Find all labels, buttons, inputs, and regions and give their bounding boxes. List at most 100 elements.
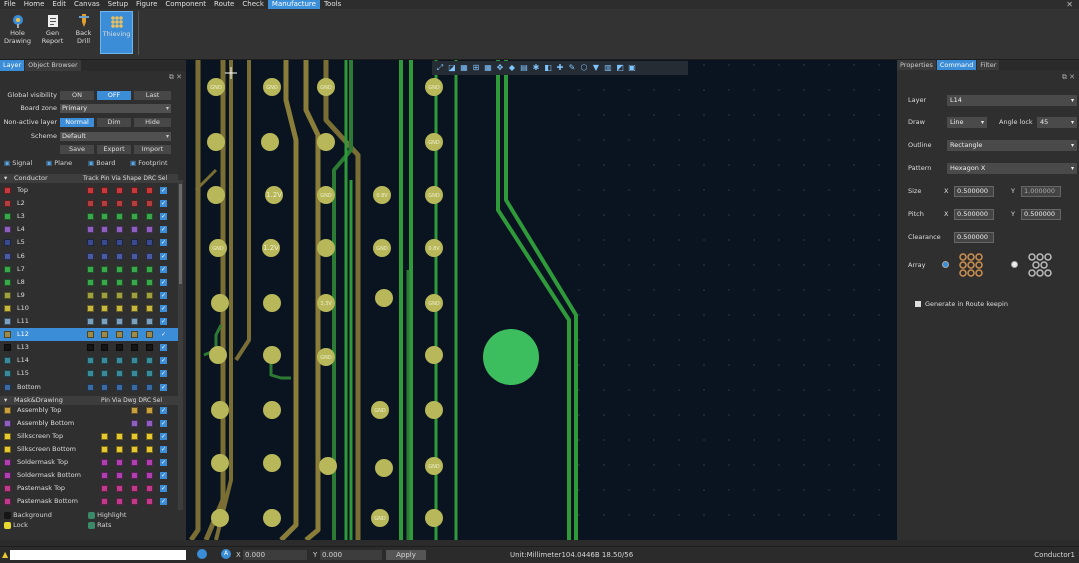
mask-visibility-toggle[interactable] (116, 446, 123, 453)
layer-visibility-toggle[interactable] (116, 252, 123, 260)
canvas-tool-icon[interactable]: ◆ (507, 63, 517, 73)
layer-color-swatch[interactable] (4, 226, 11, 234)
generate-checkbox[interactable] (915, 301, 921, 307)
layer-visibility-toggle[interactable] (87, 200, 94, 208)
mask-visibility-toggle[interactable] (116, 498, 123, 505)
mask-visibility-toggle[interactable] (131, 498, 138, 505)
mask-visibility-toggle[interactable] (101, 446, 108, 453)
canvas-tool-icon[interactable]: ▣ (627, 63, 637, 73)
layer-select-checkbox[interactable]: ✓ (160, 304, 167, 312)
menu-item-route[interactable]: Route (210, 0, 238, 9)
layer-visibility-toggle[interactable] (131, 278, 138, 286)
canvas-tool-icon[interactable]: ▤ (519, 63, 529, 73)
mask-select-checkbox[interactable]: ✓ (160, 459, 167, 466)
mask-row[interactable]: Silkscreen Bottom ✓ (0, 443, 178, 456)
layer-visibility-toggle[interactable] (87, 357, 94, 365)
layer-visibility-toggle[interactable] (131, 265, 138, 273)
layer-select-checkbox[interactable]: ✓ (160, 187, 167, 194)
tab-properties[interactable]: Properties (897, 60, 936, 70)
filter-signal[interactable]: ▣ Signal (4, 159, 32, 167)
layer-visibility-toggle[interactable] (87, 318, 94, 325)
layer-visibility-toggle[interactable] (101, 331, 108, 339)
layer-visibility-toggle[interactable] (131, 239, 138, 247)
layer-row-top[interactable]: Top ✓ (0, 184, 178, 197)
layer-row-bottom[interactable]: Bottom ✓ (0, 381, 178, 394)
layer-visibility-toggle[interactable] (101, 357, 108, 365)
layer-visibility-toggle[interactable] (101, 252, 108, 260)
layer-visibility-toggle[interactable] (101, 187, 108, 194)
mask-color-swatch[interactable] (4, 472, 11, 479)
layer-row-l5[interactable]: L5 ✓ (0, 236, 178, 249)
layer-visibility-toggle[interactable] (131, 291, 138, 299)
menu-item-file[interactable]: File (0, 0, 20, 9)
layer-select-checkbox[interactable]: ✓ (160, 265, 167, 273)
layer-visibility-toggle[interactable] (146, 252, 153, 260)
layer-row-l4[interactable]: L4 ✓ (0, 223, 178, 236)
layer-select-checkbox[interactable]: ✓ (160, 213, 167, 221)
layer-visibility-toggle[interactable] (116, 187, 123, 194)
layer-row-l10[interactable]: L10 ✓ (0, 302, 178, 315)
visibility-off-button[interactable]: OFF (97, 91, 131, 100)
layer-visibility-toggle[interactable] (116, 304, 123, 312)
layer-select-checkbox[interactable]: ✓ (160, 383, 167, 391)
layer-visibility-toggle[interactable] (146, 213, 153, 221)
mask-visibility-toggle[interactable] (146, 485, 153, 492)
layer-visibility-toggle[interactable] (146, 357, 153, 365)
menu-item-check[interactable]: Check (238, 0, 268, 9)
mask-select-checkbox[interactable]: ✓ (160, 498, 167, 505)
canvas-tool-icon[interactable]: ▥ (603, 63, 613, 73)
mask-color-swatch[interactable] (4, 420, 11, 427)
legend-item[interactable]: Rats (88, 521, 111, 529)
layer-visibility-toggle[interactable] (87, 383, 94, 391)
mask-visibility-toggle[interactable] (131, 459, 138, 466)
canvas-tool-icon[interactable]: ◧ (543, 63, 553, 73)
layer-visibility-toggle[interactable] (146, 370, 153, 378)
layer-color-swatch[interactable] (4, 344, 11, 352)
layer-visibility-toggle[interactable] (131, 304, 138, 312)
layer-visibility-toggle[interactable] (131, 331, 138, 339)
mask-row[interactable]: Pastemask Bottom ✓ (0, 495, 178, 508)
mask-visibility-toggle[interactable] (146, 446, 153, 453)
legend-item[interactable]: Highlight (88, 511, 126, 519)
layer-visibility-toggle[interactable] (87, 252, 94, 260)
layer-select-checkbox[interactable]: ✓ (160, 200, 167, 208)
filter-board[interactable]: ▣ Board (88, 159, 115, 167)
menu-item-setup[interactable]: Setup (104, 0, 132, 9)
canvas-tool-icon[interactable]: ✱ (531, 63, 541, 73)
visibility-on-button[interactable]: ON (60, 91, 94, 100)
mask-visibility-toggle[interactable] (131, 407, 138, 414)
layer-visibility-toggle[interactable] (87, 331, 94, 339)
mask-visibility-toggle[interactable] (116, 485, 123, 492)
layer-scrollbar[interactable] (178, 180, 183, 510)
layer-color-swatch[interactable] (4, 252, 11, 260)
menu-item-edit[interactable]: Edit (48, 0, 70, 9)
layer-color-swatch[interactable] (4, 213, 11, 221)
layer-visibility-toggle[interactable] (131, 318, 138, 325)
layer-color-swatch[interactable] (4, 370, 11, 378)
layer-visibility-toggle[interactable] (101, 318, 108, 325)
layer-select-checkbox[interactable]: ✓ (160, 357, 167, 365)
mask-visibility-toggle[interactable] (131, 485, 138, 492)
layer-row-l3[interactable]: L3 ✓ (0, 210, 178, 223)
layer-row-l14[interactable]: L14 ✓ (0, 354, 178, 367)
hole-drawing-button[interactable]: Hole Drawing (2, 11, 33, 54)
layer-row-l11[interactable]: L11 ✓ (0, 315, 178, 328)
menu-item-component[interactable]: Component (161, 0, 210, 9)
mask-visibility-toggle[interactable] (146, 407, 153, 414)
mask-visibility-toggle[interactable] (116, 472, 123, 479)
menu-item-home[interactable]: Home (20, 0, 49, 9)
layer-color-swatch[interactable] (4, 278, 11, 286)
array-hex-radio[interactable] (1011, 261, 1018, 268)
mask-color-swatch[interactable] (4, 459, 11, 466)
canvas-tool-icon[interactable]: ◩ (615, 63, 625, 73)
mask-color-swatch[interactable] (4, 407, 11, 414)
tab-command[interactable]: Command (936, 60, 977, 70)
canvas-tool-icon[interactable]: ⊞ (471, 63, 481, 73)
conductor-group-header[interactable]: ▾ Conductor Track Pin Via Shape DRC Sel (0, 174, 178, 183)
layer-visibility-toggle[interactable] (131, 213, 138, 221)
mask-row[interactable]: Soldermask Top ✓ (0, 456, 178, 469)
layer-visibility-toggle[interactable] (146, 187, 153, 194)
layer-visibility-toggle[interactable] (87, 291, 94, 299)
mask-visibility-toggle[interactable] (131, 472, 138, 479)
layer-row-l8[interactable]: L8 ✓ (0, 276, 178, 289)
